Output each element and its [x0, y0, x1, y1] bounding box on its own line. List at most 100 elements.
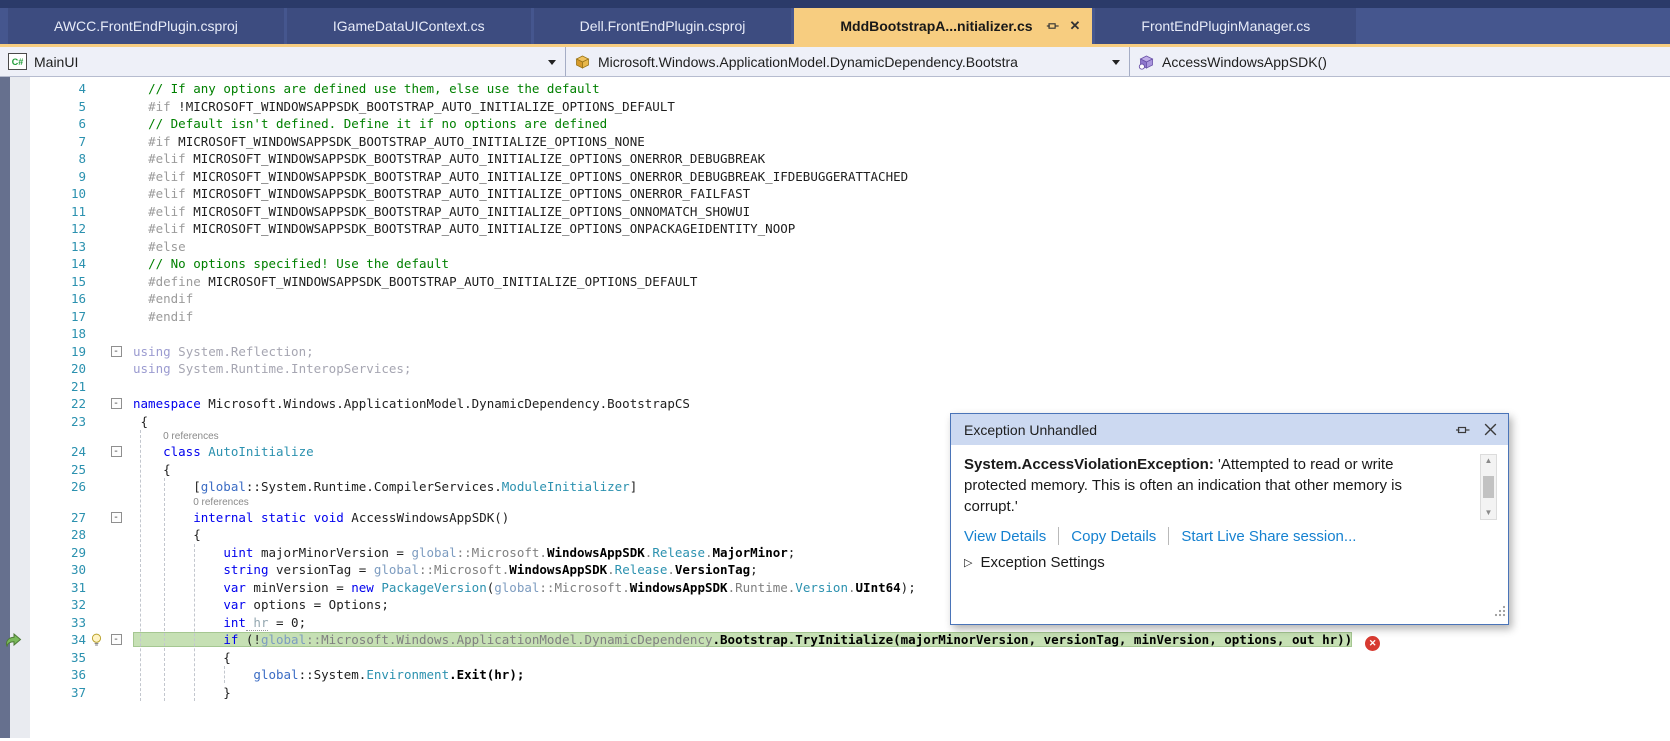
bulb-margin — [86, 544, 106, 562]
bulb-margin — [86, 80, 106, 98]
indicator-margin — [0, 220, 30, 238]
bulb-margin — [86, 150, 106, 168]
bulb-margin — [86, 395, 106, 413]
resize-grip[interactable] — [1494, 604, 1506, 622]
outlining-margin: - — [106, 443, 126, 461]
exception-settings-expander[interactable]: ▷ Exception Settings — [951, 545, 1508, 571]
fold-collapse-toggle[interactable]: - — [110, 511, 122, 523]
outlining-margin: - — [106, 509, 126, 527]
bulb-margin — [86, 238, 106, 256]
outlining-margin — [106, 203, 126, 221]
code-line-12: 12 #elif MICROSOFT_WINDOWSAPPSDK_BOOTSTR… — [0, 220, 1670, 238]
view-details-link[interactable]: View Details — [964, 528, 1046, 545]
exception-settings-label: Exception Settings — [980, 554, 1105, 571]
error-icon[interactable]: ✕ — [1365, 636, 1381, 652]
fold-collapse-toggle[interactable]: - — [110, 345, 122, 357]
code-text: // Default isn't defined. Define it if n… — [148, 116, 608, 131]
code-line-37: 37 } — [0, 684, 1670, 702]
fold-collapse-toggle[interactable]: - — [110, 398, 122, 410]
exception-popup-header[interactable]: Exception Unhandled — [951, 414, 1508, 445]
line-number: 34 — [70, 632, 86, 647]
bulb-margin — [86, 596, 106, 614]
scroll-down-icon[interactable]: ▼ — [1485, 508, 1493, 518]
code-text: #elif MICROSOFT_WINDOWSAPPSDK_BOOTSTRAP_… — [148, 168, 909, 184]
lightbulb-icon[interactable] — [86, 631, 106, 649]
outlining-margin — [106, 478, 126, 496]
fold-collapse-toggle[interactable]: - — [110, 634, 122, 646]
copy-details-link[interactable]: Copy Details — [1071, 528, 1156, 545]
scroll-thumb[interactable] — [1483, 476, 1494, 498]
line-number: 27 — [70, 509, 86, 525]
project-dropdown[interactable]: C# MainUI — [0, 47, 566, 76]
line-number: 36 — [70, 667, 86, 682]
outlining-margin — [106, 561, 126, 579]
outlining-margin — [106, 596, 126, 614]
code-line-35: 35 { — [0, 649, 1670, 667]
code-text: uint majorMinorVersion = global::Microso… — [223, 544, 796, 560]
indent-guide — [164, 478, 165, 701]
indicator-margin — [0, 684, 30, 702]
outlining-margin — [106, 360, 126, 378]
outlining-margin — [106, 220, 126, 238]
pin-icon[interactable] — [1454, 422, 1471, 438]
code-line-13: 13 #else — [0, 238, 1670, 256]
fold-collapse-toggle[interactable]: - — [110, 446, 122, 458]
indicator-margin — [0, 343, 30, 361]
code-line-9: 9 #elif MICROSOFT_WINDOWSAPPSDK_BOOTSTRA… — [0, 168, 1670, 186]
current-statement-arrow-icon[interactable] — [0, 631, 30, 649]
tab-label: AWCC.FrontEndPlugin.csproj — [54, 18, 238, 34]
member-dropdown[interactable]: AccessWindowsAppSDK() — [1130, 47, 1670, 76]
tab-frontendpluginmanager-cs[interactable]: FrontEndPluginManager.cs — [1095, 8, 1357, 44]
indicator-margin — [0, 649, 30, 667]
code-editor[interactable]: 4 // If any options are defined use them… — [0, 77, 1670, 738]
code-text: #endif — [148, 291, 194, 306]
tab-igamedatauicontext-cs[interactable]: IGameDataUIContext.cs — [286, 8, 531, 44]
csharp-project-icon: C# — [8, 53, 27, 70]
line-number: 29 — [70, 544, 86, 560]
outlining-margin — [106, 544, 126, 562]
indicator-margin — [0, 579, 30, 597]
line-number: 4 — [78, 81, 86, 96]
indicator-margin — [0, 255, 30, 273]
indicator-margin — [0, 308, 30, 326]
close-icon[interactable] — [1483, 422, 1498, 437]
code-line-34: 34 - if (!global::Microsoft.Windows.Appli… — [0, 631, 1670, 652]
code-text: var minVersion = new PackageVersion(glob… — [223, 579, 916, 595]
code-line-15: 15 #define MICROSOFT_WINDOWSAPPSDK_BOOTS… — [0, 273, 1670, 291]
chevron-down-icon — [548, 60, 556, 65]
outlining-margin — [106, 649, 126, 667]
navigation-bar: C# MainUI Microsoft.Windows.ApplicationM… — [0, 47, 1670, 77]
bulb-margin — [86, 325, 106, 343]
tab-label: FrontEndPluginManager.cs — [1141, 18, 1311, 34]
exception-popup-title: Exception Unhandled — [964, 421, 1098, 438]
bulb-margin — [86, 378, 106, 396]
indicator-margin — [0, 98, 30, 116]
indicator-margin — [0, 614, 30, 632]
tab-dell-frontendplugin-csproj[interactable]: Dell.FrontEndPlugin.csproj — [533, 8, 792, 44]
type-dropdown[interactable]: Microsoft.Windows.ApplicationModel.Dynam… — [566, 47, 1130, 76]
line-number: 13 — [70, 238, 86, 254]
line-number: 8 — [78, 151, 86, 166]
popup-scrollbar[interactable]: ▲ ▼ — [1480, 454, 1497, 520]
indicator-margin — [0, 150, 30, 168]
indicator-margin — [0, 273, 30, 291]
close-icon[interactable]: ✕ — [1070, 18, 1081, 34]
start-live-share-link[interactable]: Start Live Share session... — [1181, 528, 1356, 545]
scroll-up-icon[interactable]: ▲ — [1485, 456, 1493, 466]
outlining-margin — [106, 325, 126, 343]
code-line-16: 16 #endif — [0, 290, 1670, 308]
code-text: using System.Runtime.InteropServices; — [133, 361, 412, 376]
code-text: if (!global::Microsoft.Windows.Applicati… — [126, 631, 1381, 652]
bulb-margin — [86, 203, 106, 221]
tab-mddbootstrapa-nitializer-cs[interactable]: MddBootstrapA...nitializer.cs ✕ — [794, 8, 1093, 44]
tab-awcc-frontendplugin-csproj[interactable]: AWCC.FrontEndPlugin.csproj — [8, 8, 284, 44]
tab-label: Dell.FrontEndPlugin.csproj — [579, 18, 746, 34]
pin-icon[interactable] — [1045, 19, 1060, 33]
bulb-margin — [86, 133, 106, 151]
line-number: 31 — [70, 579, 86, 595]
outlining-margin — [106, 115, 126, 133]
code-text: // If any options are defined use them, … — [148, 81, 600, 96]
code-line-8: 8 #elif MICROSOFT_WINDOWSAPPSDK_BOOTSTRA… — [0, 150, 1670, 168]
bulb-margin — [86, 561, 106, 579]
code-line-11: 11 #elif MICROSOFT_WINDOWSAPPSDK_BOOTSTR… — [0, 203, 1670, 221]
